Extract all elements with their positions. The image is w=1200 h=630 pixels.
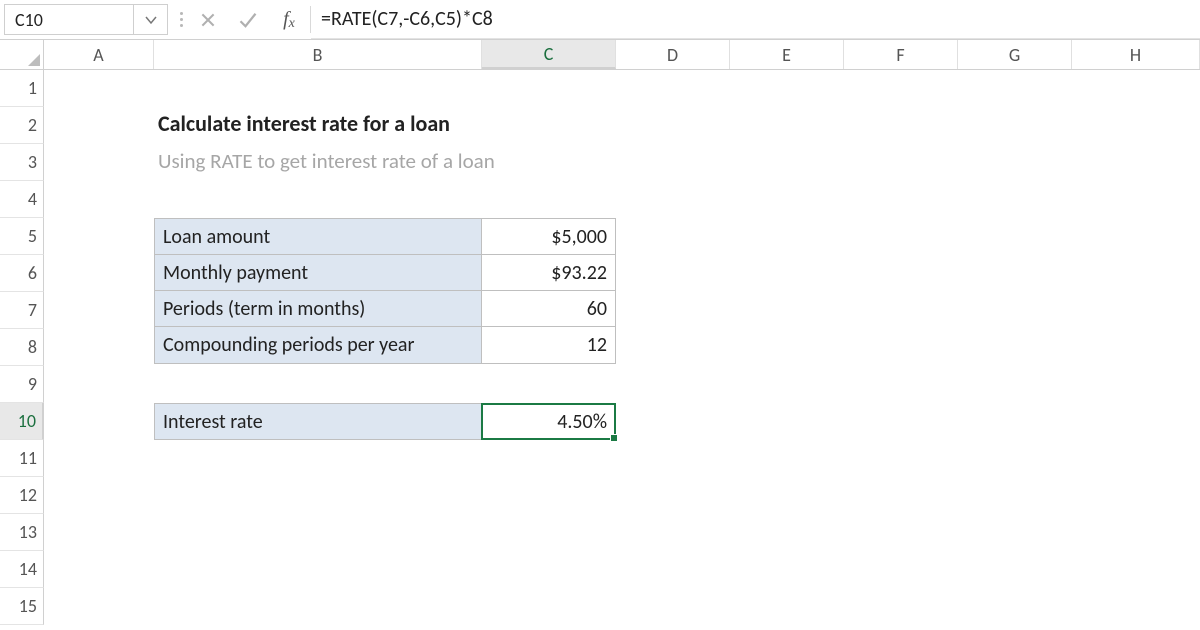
value-interest-rate-wrap: 4.50% <box>482 404 615 439</box>
col-header-C[interactable]: C <box>482 40 616 69</box>
row-header-8[interactable]: 8 <box>0 329 44 366</box>
row-header-12[interactable]: 12 <box>0 477 44 514</box>
row-header-2[interactable]: 2 <box>0 107 44 144</box>
row-header-9[interactable]: 9 <box>0 366 44 403</box>
row-header-15[interactable]: 15 <box>0 588 44 625</box>
formula-bar-grip <box>174 0 188 39</box>
col-header-A[interactable]: A <box>44 40 154 69</box>
cells-area[interactable]: Calculate interest rate for a loan Using… <box>44 70 1200 625</box>
formula-bar: C10 fx =RATE(C7,-C6,C5)*C8 <box>0 0 1200 40</box>
row-header-14[interactable]: 14 <box>0 551 44 588</box>
name-box[interactable]: C10 <box>4 4 134 35</box>
col-header-B[interactable]: B <box>154 40 482 69</box>
chevron-down-icon <box>143 12 159 28</box>
table-row: Periods (term in months) 60 <box>155 291 615 327</box>
table-row: Compounding periods per year 12 <box>155 327 615 363</box>
label-loan-amount[interactable]: Loan amount <box>155 219 482 254</box>
row-header-1[interactable]: 1 <box>0 70 44 107</box>
value-compounding[interactable]: 12 <box>482 327 615 363</box>
value-monthly-payment[interactable]: $93.22 <box>482 255 615 290</box>
row-header-3[interactable]: 3 <box>0 144 44 181</box>
col-header-G[interactable]: G <box>958 40 1072 69</box>
row-header-13[interactable]: 13 <box>0 514 44 551</box>
fx-x: x <box>289 16 295 32</box>
check-icon <box>238 10 258 30</box>
table-row: Loan amount $5,000 <box>155 219 615 255</box>
label-compounding[interactable]: Compounding periods per year <box>155 327 482 363</box>
row-header-7[interactable]: 7 <box>0 292 44 329</box>
grid: 123456789101112131415 Calculate interest… <box>0 70 1200 625</box>
insert-function-button[interactable]: fx <box>268 0 310 39</box>
col-header-D[interactable]: D <box>616 40 730 69</box>
row-header-11[interactable]: 11 <box>0 440 44 477</box>
name-box-dropdown[interactable] <box>134 4 168 35</box>
enter-formula-button[interactable] <box>228 0 268 39</box>
fill-handle[interactable] <box>610 434 618 442</box>
table-row: Monthly payment $93.22 <box>155 255 615 291</box>
col-header-F[interactable]: F <box>844 40 958 69</box>
sheet-subtitle: Using RATE to get interest rate of a loa… <box>158 148 495 174</box>
result-table: Interest rate 4.50% <box>154 403 616 440</box>
col-header-H[interactable]: H <box>1072 40 1200 69</box>
label-interest-rate[interactable]: Interest rate <box>155 404 482 439</box>
value-loan-amount[interactable]: $5,000 <box>482 219 615 254</box>
col-header-E[interactable]: E <box>730 40 844 69</box>
input-table: Loan amount $5,000 Monthly payment $93.2… <box>154 218 616 364</box>
row-header-4[interactable]: 4 <box>0 181 44 218</box>
row-header-5[interactable]: 5 <box>0 218 44 255</box>
value-periods[interactable]: 60 <box>482 291 615 326</box>
active-cell[interactable]: 4.50% <box>481 403 616 440</box>
row-headers: 123456789101112131415 <box>0 70 44 625</box>
label-monthly-payment[interactable]: Monthly payment <box>155 255 482 290</box>
cancel-formula-button[interactable] <box>188 0 228 39</box>
select-all-corner[interactable] <box>0 40 44 69</box>
row-header-10[interactable]: 10 <box>0 403 44 440</box>
formula-input[interactable]: =RATE(C7,-C6,C5)*C8 <box>311 0 1200 39</box>
sheet-title: Calculate interest rate for a loan <box>158 110 450 137</box>
x-icon <box>199 11 217 29</box>
label-periods[interactable]: Periods (term in months) <box>155 291 482 326</box>
column-headers: A B C D E F G H <box>0 40 1200 70</box>
row-header-6[interactable]: 6 <box>0 255 44 292</box>
value-interest-rate: 4.50% <box>557 410 607 434</box>
